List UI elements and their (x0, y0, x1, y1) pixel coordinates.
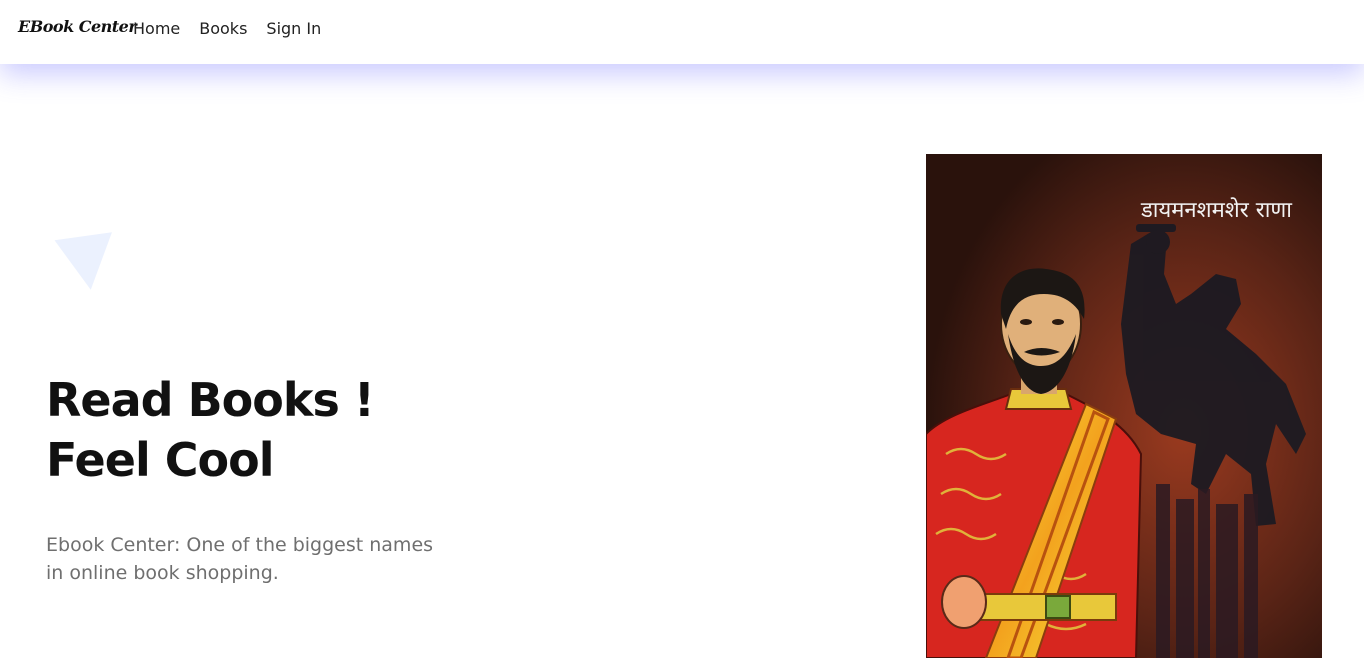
hero-subtitle: Ebook Center: One of the biggest names i… (46, 534, 434, 584)
book-cover-illustration (926, 154, 1322, 658)
decorative-triangle-shape (54, 232, 120, 294)
brand-logo[interactable]: EBook Center (18, 17, 137, 36)
nav-links: Home Books Sign In (133, 19, 321, 39)
nav-link-books[interactable]: Books (199, 19, 247, 39)
book-cover-image: डायमनशमशेर राणा (926, 154, 1322, 658)
book-cover-title: डायमनशमशेर राणा (1141, 198, 1292, 223)
nav-link-sign-in[interactable]: Sign In (266, 19, 321, 39)
hero-title-line-2: Feel Cool (46, 433, 274, 487)
hero-title-line-1: Read Books ! (46, 373, 375, 427)
nav-link-home[interactable]: Home (133, 19, 180, 39)
navbar: EBook Center Home Books Sign In (0, 0, 1364, 64)
hero-title: Read Books ! Feel Cool (46, 370, 375, 490)
